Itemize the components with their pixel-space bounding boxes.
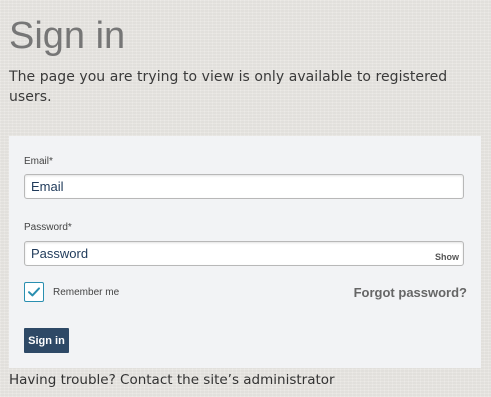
email-input[interactable] <box>24 174 464 199</box>
password-input[interactable] <box>24 241 464 266</box>
email-label: Email* <box>24 156 53 167</box>
help-text: Having trouble? Contact the site’s admin… <box>9 372 335 388</box>
remember-me-label: Remember me <box>53 287 120 298</box>
page-subtitle: The page you are trying to view is only … <box>9 69 448 105</box>
password-label: Password* <box>24 222 72 233</box>
page-title: Sign in <box>9 15 126 57</box>
remember-me-checkbox[interactable] <box>24 282 44 302</box>
check-icon <box>28 287 40 297</box>
show-password-toggle[interactable]: Show <box>435 252 459 262</box>
forgot-password-link[interactable]: Forgot password? <box>354 285 467 300</box>
sign-in-form: Email* Password* Show Remember me Forgot… <box>9 136 481 368</box>
sign-in-button[interactable]: Sign in <box>24 328 69 353</box>
